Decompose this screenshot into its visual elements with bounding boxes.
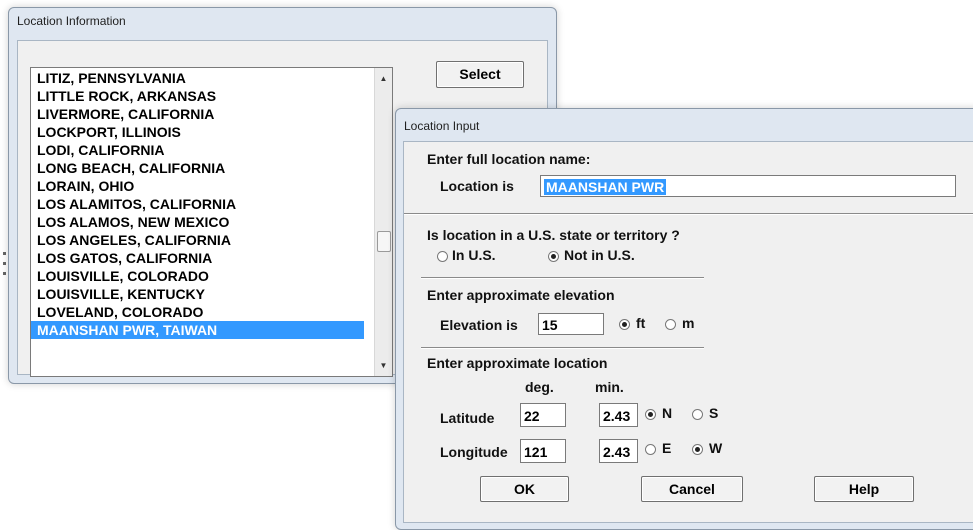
location-listbox[interactable]: MAANSHAN PWR, TAIWAN LOVELAND, COLORADO LO… bbox=[30, 67, 393, 377]
window-title: Location Input bbox=[404, 119, 480, 133]
latitude-s-radio[interactable] bbox=[692, 409, 703, 420]
list-item[interactable]: LORAIN, OHIO bbox=[37, 177, 357, 195]
unit-ft-label[interactable]: ft bbox=[636, 315, 645, 331]
name-prompt: Enter full location name: bbox=[427, 151, 591, 167]
unit-m-radio[interactable] bbox=[665, 319, 676, 330]
list-item[interactable]: LOCKPORT, ILLINOIS bbox=[37, 123, 357, 141]
selected-text: MAANSHAN PWR bbox=[544, 179, 667, 195]
list-item[interactable]: LOS ANGELES, CALIFORNIA bbox=[37, 231, 357, 249]
cancel-button[interactable]: Cancel bbox=[641, 476, 743, 502]
location-prompt: Enter approximate location bbox=[427, 355, 608, 371]
edge-mark bbox=[3, 252, 6, 255]
list-item[interactable]: LIVERMORE, CALIFORNIA bbox=[37, 105, 357, 123]
degrees-header: deg. bbox=[525, 379, 554, 395]
longitude-w-radio[interactable] bbox=[692, 444, 703, 455]
divider bbox=[421, 347, 704, 349]
list-item[interactable]: LONG BEACH, CALIFORNIA bbox=[37, 159, 357, 177]
latitude-degrees-input[interactable]: 22 bbox=[520, 403, 566, 427]
longitude-e-radio[interactable] bbox=[645, 444, 656, 455]
longitude-label: Longitude bbox=[440, 444, 508, 460]
us-prompt: Is location in a U.S. state or territory… bbox=[427, 227, 680, 243]
edge-mark bbox=[3, 262, 6, 265]
location-input-window: Location Input Enter full location name:… bbox=[395, 108, 973, 530]
list-item[interactable]: LOUISVILLE, KENTUCKY bbox=[37, 285, 357, 303]
window-client-area: Enter full location name: Location is MA… bbox=[403, 141, 973, 523]
scroll-thumb[interactable] bbox=[377, 231, 391, 252]
longitude-minutes-input[interactable]: 2.43 bbox=[599, 439, 638, 463]
latitude-n-radio[interactable] bbox=[645, 409, 656, 420]
longitude-w-label[interactable]: W bbox=[709, 440, 722, 456]
not-in-us-radio[interactable] bbox=[548, 251, 559, 262]
unit-m-label[interactable]: m bbox=[682, 315, 694, 331]
unit-ft-radio[interactable] bbox=[619, 319, 630, 330]
list-item[interactable]: LOUISVILLE, COLORADO bbox=[37, 267, 357, 285]
minutes-header: min. bbox=[595, 379, 624, 395]
ok-button[interactable]: OK bbox=[480, 476, 569, 502]
list-item[interactable]: LOVELAND, COLORADO bbox=[37, 303, 357, 321]
edge-mark bbox=[3, 272, 6, 275]
latitude-minutes-input[interactable]: 2.43 bbox=[599, 403, 638, 427]
longitude-e-label[interactable]: E bbox=[662, 440, 671, 456]
in-us-radio[interactable] bbox=[437, 251, 448, 262]
in-us-label[interactable]: In U.S. bbox=[452, 247, 496, 263]
scroll-down-icon[interactable]: ▼ bbox=[375, 357, 392, 374]
list-scrollbar[interactable]: ▲ ▼ bbox=[374, 68, 392, 376]
location-name-input[interactable]: MAANSHAN PWR bbox=[540, 175, 956, 197]
window-title: Location Information bbox=[17, 14, 126, 28]
scroll-up-icon[interactable]: ▲ bbox=[375, 70, 392, 87]
list-item[interactable]: LOS GATOS, CALIFORNIA bbox=[37, 249, 357, 267]
location-label: Location is bbox=[440, 178, 514, 194]
elevation-input[interactable]: 15 bbox=[538, 313, 604, 335]
divider bbox=[404, 213, 973, 215]
select-button[interactable]: Select bbox=[436, 61, 524, 88]
list-item[interactable]: LODI, CALIFORNIA bbox=[37, 141, 357, 159]
longitude-degrees-input[interactable]: 121 bbox=[520, 439, 566, 463]
divider bbox=[421, 277, 704, 279]
list-item[interactable]: LOS ALAMOS, NEW MEXICO bbox=[37, 213, 357, 231]
elevation-prompt: Enter approximate elevation bbox=[427, 287, 615, 303]
list-item[interactable]: LOS ALAMITOS, CALIFORNIA bbox=[37, 195, 357, 213]
latitude-s-label[interactable]: S bbox=[709, 405, 718, 421]
latitude-label: Latitude bbox=[440, 410, 495, 426]
list-item[interactable]: LITIZ, PENNSYLVANIA bbox=[37, 69, 357, 87]
list-item[interactable]: LITTLE ROCK, ARKANSAS bbox=[37, 87, 357, 105]
latitude-n-label[interactable]: N bbox=[662, 405, 672, 421]
elevation-label: Elevation is bbox=[440, 317, 518, 333]
list-item[interactable]: MAANSHAN PWR, TAIWAN bbox=[31, 321, 364, 339]
help-button[interactable]: Help bbox=[814, 476, 914, 502]
not-in-us-label[interactable]: Not in U.S. bbox=[564, 247, 635, 263]
